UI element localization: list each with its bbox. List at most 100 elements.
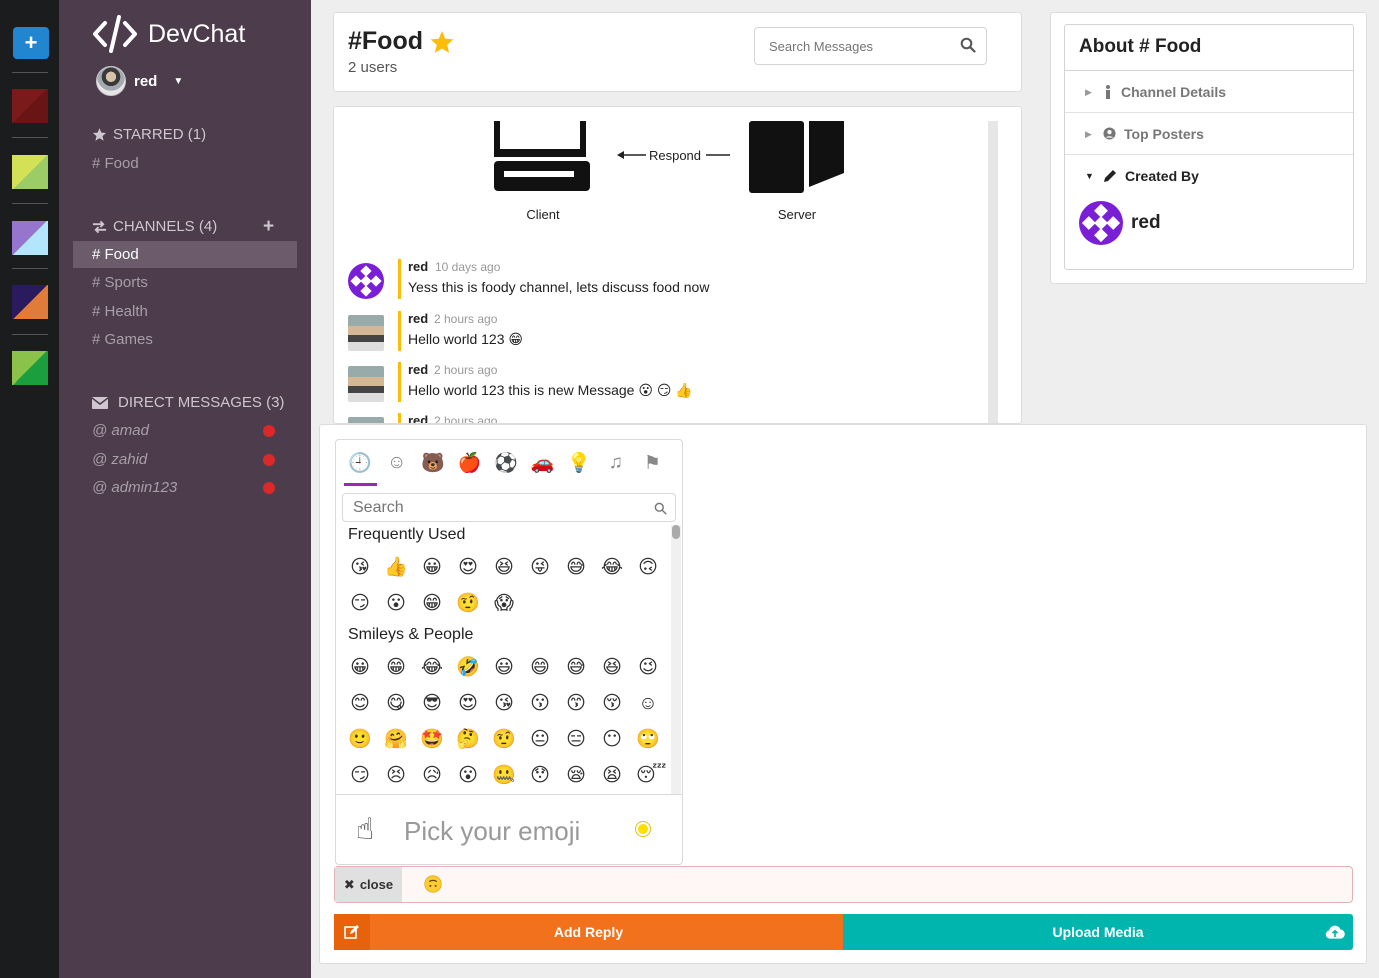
emoji-option[interactable]: 🤨 [456, 592, 480, 616]
close-button[interactable]: ✖ close [335, 867, 402, 902]
emoji-option[interactable]: 😍 [456, 692, 480, 716]
dm-item-admin123[interactable]: @ admin123 [73, 474, 297, 501]
channel-details-toggle[interactable]: ▶ Channel Details [1065, 71, 1353, 113]
rail-divider [12, 268, 48, 269]
emoji-category-tab[interactable]: 🚗 [525, 440, 562, 486]
emoji-category-tab[interactable]: ⚽ [488, 440, 525, 486]
emoji-option[interactable]: 😣 [384, 764, 408, 788]
emoji-search-input[interactable] [343, 494, 633, 521]
top-posters-toggle[interactable]: ▶ Top Posters [1065, 113, 1353, 155]
emoji-category-tab[interactable]: 💡 [561, 440, 598, 486]
emoji-category-tab[interactable]: 🍎 [452, 440, 489, 486]
skin-tone-selector[interactable] [636, 822, 650, 836]
channel-item-health[interactable]: # Health [73, 298, 297, 325]
emoji-option[interactable]: 😂 [600, 556, 624, 580]
emoji-option[interactable]: 😯 [528, 764, 552, 788]
emoji-option[interactable]: 🤐 [492, 764, 516, 788]
emoji-category-tab[interactable]: 🕘 [342, 440, 379, 486]
emoji-option[interactable]: 😪 [564, 764, 588, 788]
team-swatch[interactable] [12, 221, 48, 255]
message-author[interactable]: red [408, 311, 428, 326]
emoji-option[interactable]: 😜 [528, 556, 552, 580]
team-swatch[interactable] [12, 285, 48, 319]
emoji-option[interactable]: 😊 [348, 692, 372, 716]
emoji-option[interactable]: 🤩 [420, 728, 444, 752]
message-author[interactable]: red [408, 413, 428, 423]
emoji-option[interactable]: 😗 [528, 692, 552, 716]
emoji-option[interactable]: 😥 [420, 764, 444, 788]
emoji-option[interactable]: 😅 [564, 556, 588, 580]
dm-item-amad[interactable]: @ amad [73, 417, 297, 444]
channel-item-games[interactable]: # Games [73, 326, 297, 353]
status-dot [263, 482, 275, 494]
emoji-option[interactable]: 😀 [348, 656, 372, 680]
emoji-option[interactable]: 😏 [348, 592, 372, 616]
emoji-category-tab[interactable]: ♫ [598, 440, 635, 486]
emoji-option[interactable]: 😋 [384, 692, 408, 716]
avatar [348, 315, 384, 351]
dm-item-zahid[interactable]: @ zahid [73, 446, 297, 473]
emoji-option[interactable]: 😶 [600, 728, 624, 752]
messages-scrollbar[interactable] [988, 121, 998, 423]
creator-name[interactable]: red [1131, 212, 1161, 234]
emoji-category-tab[interactable]: 🐻 [415, 440, 452, 486]
emoji-category-tab[interactable]: ⚑ [634, 440, 671, 486]
emoji-option[interactable]: 😍 [456, 556, 480, 580]
emoji-option[interactable]: 😎 [420, 692, 444, 716]
emoji-option[interactable]: 😮 [456, 764, 480, 788]
search-icon[interactable] [960, 37, 976, 53]
emoji-option[interactable]: 😘 [492, 692, 516, 716]
emoji-category-tab[interactable]: ☺ [379, 440, 416, 486]
emoji-option[interactable]: ☺ [636, 692, 660, 716]
emoji-option[interactable]: 🤣 [456, 656, 480, 680]
emoji-option[interactable]: 😉 [636, 656, 660, 680]
emoji-option[interactable]: 😮 [384, 592, 408, 616]
emoji-option[interactable]: 🤗 [384, 728, 408, 752]
message-list: Client Respond Server red 10 days ago Ye… [333, 106, 1022, 424]
created-by-toggle[interactable]: ▼ Created By [1065, 155, 1353, 197]
reply-input[interactable] [424, 875, 442, 893]
channel-item-sports[interactable]: # Sports [73, 269, 297, 296]
emoji-option[interactable]: 🙃 [636, 556, 660, 580]
emoji-option[interactable]: 🙄 [636, 728, 660, 752]
user-menu[interactable]: red ▼ [96, 66, 183, 96]
emoji-option[interactable]: 😐 [528, 728, 552, 752]
add-channel-icon[interactable]: + [263, 216, 274, 238]
emoji-option[interactable]: 😁 [420, 592, 444, 616]
search-input[interactable] [755, 28, 945, 64]
channel-item-food[interactable]: # Food [73, 241, 297, 268]
rail-divider [12, 203, 48, 204]
emoji-option[interactable]: 🤔 [456, 728, 480, 752]
emoji-option[interactable]: 🤨 [492, 728, 516, 752]
emoji-option[interactable]: 😆 [492, 556, 516, 580]
emoji-option[interactable]: 😘 [348, 556, 372, 580]
emoji-option[interactable]: 😀 [420, 556, 444, 580]
emoji-preview: ☝ Pick your emoji [336, 794, 682, 864]
team-swatch[interactable] [12, 155, 48, 189]
message-author[interactable]: red [408, 259, 428, 274]
message-author[interactable]: red [408, 362, 428, 377]
emoji-option[interactable]: 🙂 [348, 728, 372, 752]
add-reply-button[interactable]: Add Reply [334, 914, 843, 950]
emoji-option[interactable]: 😃 [492, 656, 516, 680]
emoji-option[interactable]: 😑 [564, 728, 588, 752]
starred-item-food[interactable]: # Food [73, 150, 297, 177]
cloud-upload-icon [1325, 925, 1345, 939]
emoji-option[interactable]: 😏 [348, 764, 372, 788]
emoji-option[interactable]: 😱 [492, 592, 516, 616]
team-swatch[interactable] [12, 351, 48, 385]
emoji-option[interactable]: 😅 [564, 656, 588, 680]
emoji-option[interactable]: 😂 [420, 656, 444, 680]
team-swatch[interactable] [12, 89, 48, 123]
emoji-option[interactable]: 😆 [600, 656, 624, 680]
emoji-option[interactable]: 😁 [384, 656, 408, 680]
emoji-option[interactable]: 😙 [564, 692, 588, 716]
emoji-option[interactable]: 👍 [384, 556, 408, 580]
upload-media-button[interactable]: Upload Media [843, 914, 1353, 950]
emoji-option[interactable]: 😫 [600, 764, 624, 788]
emoji-option[interactable]: 😚 [600, 692, 624, 716]
emoji-option[interactable]: 😴 [636, 764, 666, 788]
emoji-option[interactable]: 😄 [528, 656, 552, 680]
star-icon[interactable] [429, 29, 455, 55]
add-team-button[interactable]: + [13, 27, 49, 59]
